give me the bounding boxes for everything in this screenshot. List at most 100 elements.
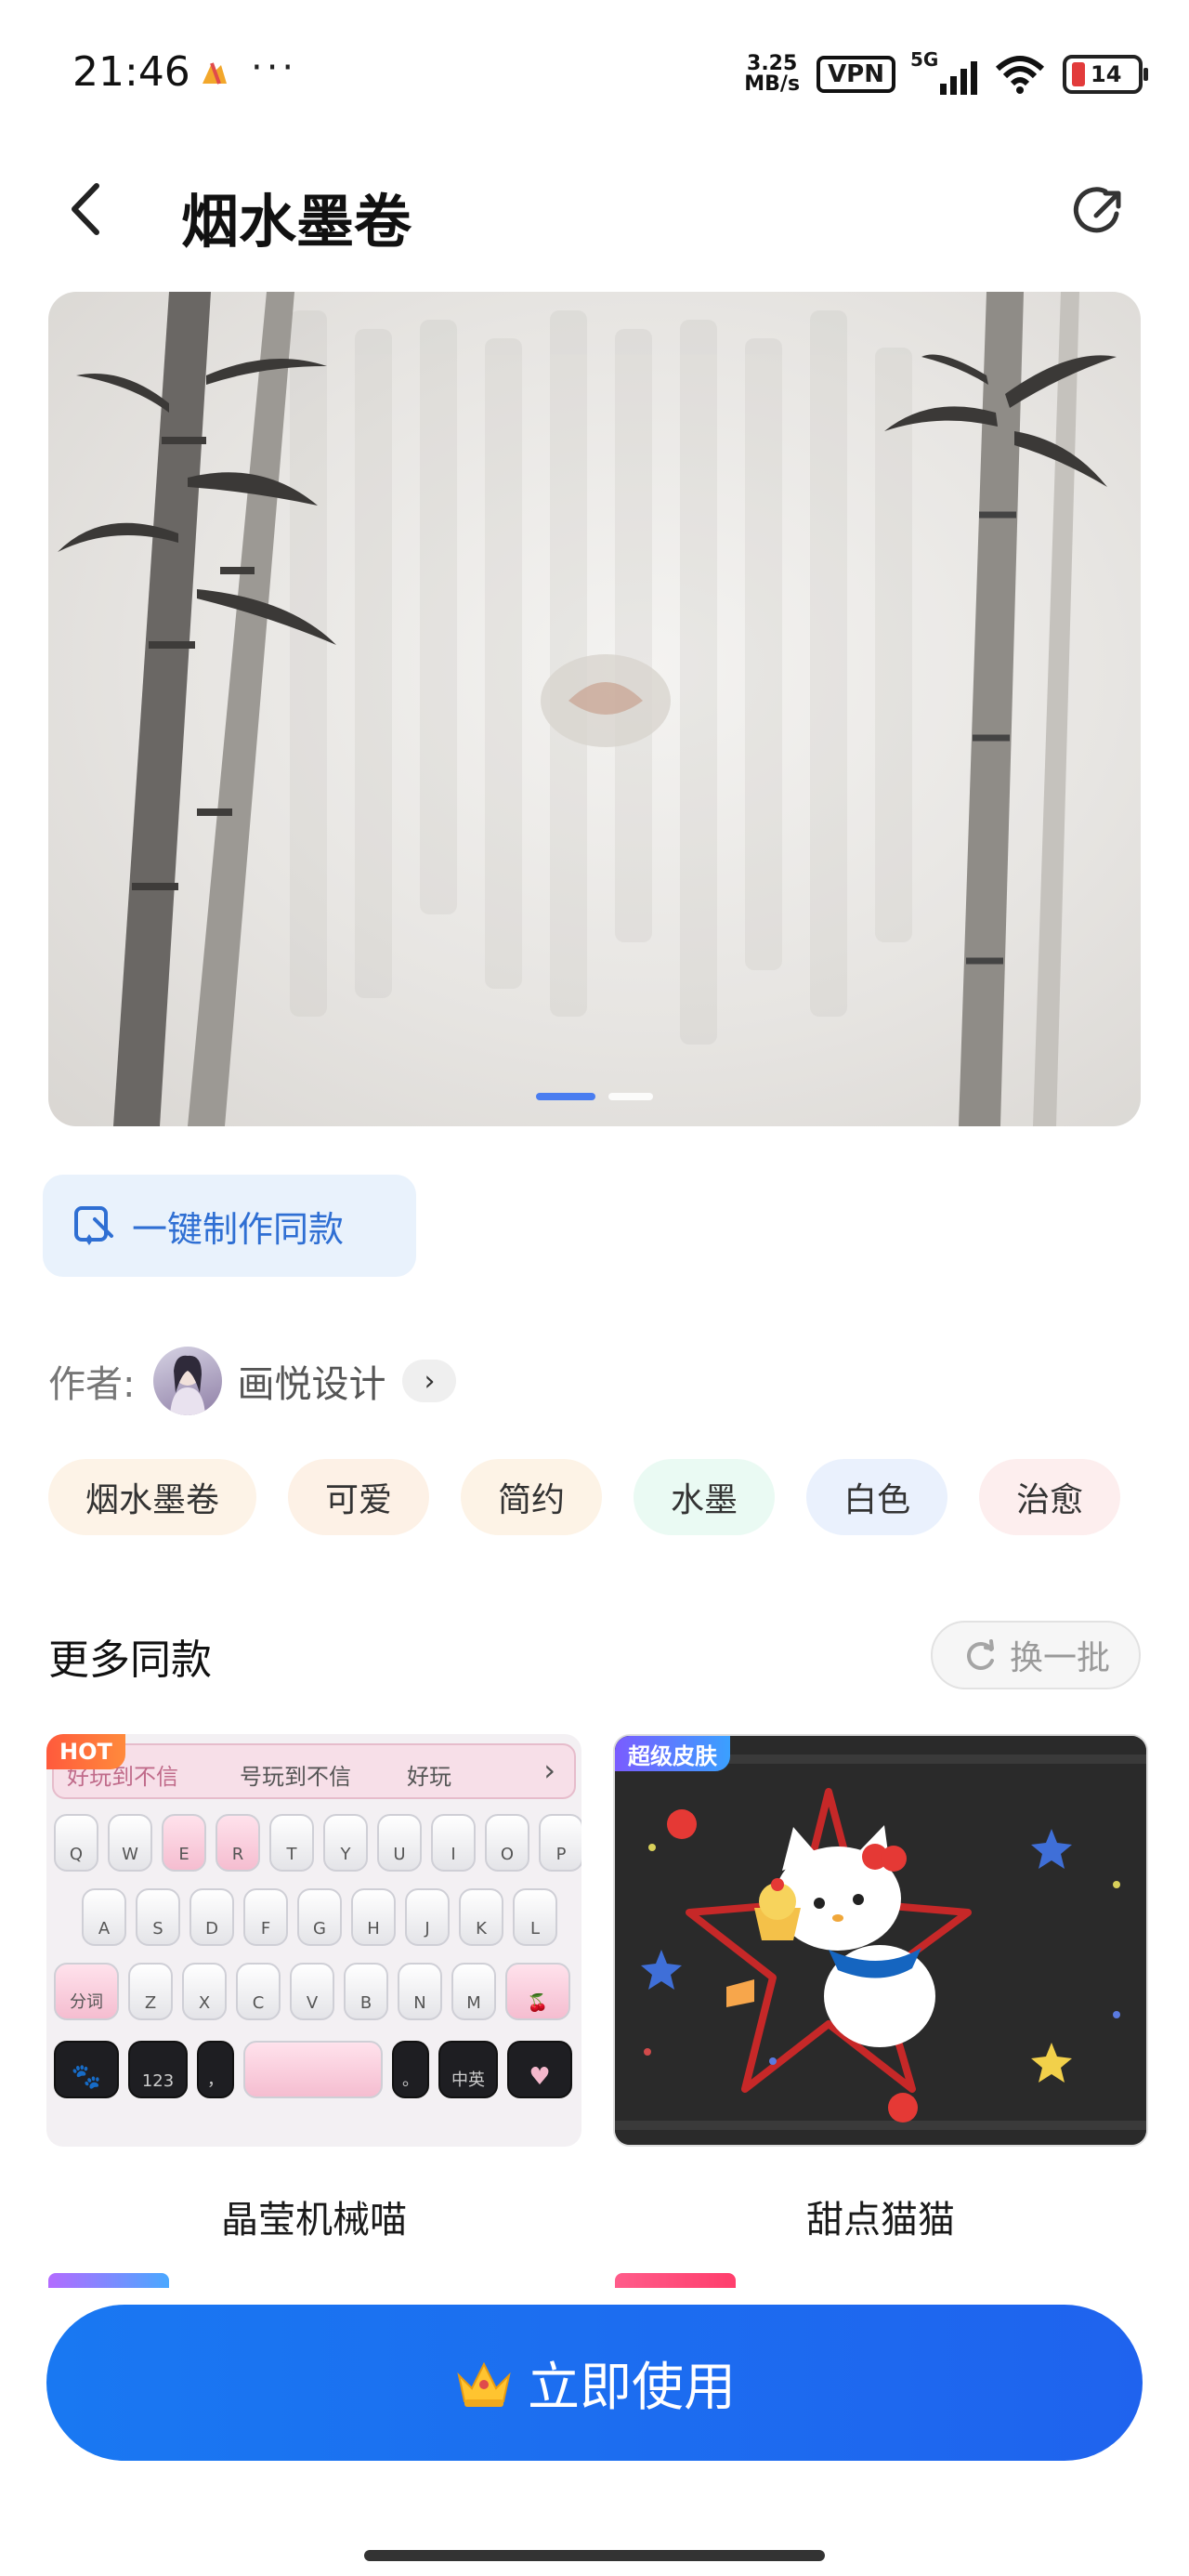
tag-label: 可爱	[325, 1481, 393, 1519]
author-chevron-right-icon[interactable]: ›	[402, 1360, 457, 1402]
back-arrow-icon[interactable]	[56, 177, 121, 242]
tag-item[interactable]: 简约	[461, 1459, 603, 1535]
key: F	[243, 1888, 288, 1946]
make-same-button[interactable]: 一键制作同款	[43, 1175, 416, 1277]
network-speed: 3.25 MB/s	[744, 54, 800, 95]
tag-item[interactable]: 水墨	[634, 1459, 776, 1535]
key: 分词	[54, 1963, 119, 2020]
refresh-icon	[967, 1639, 994, 1670]
tag-item[interactable]: 可爱	[288, 1459, 430, 1535]
network-speed-value: 3.25	[747, 52, 798, 75]
candidate-text: 号玩到不信	[240, 1764, 351, 1790]
theme-preview-banner[interactable]	[48, 292, 1141, 1126]
paw-key: 🐾	[54, 2041, 119, 2098]
key: I	[431, 1814, 476, 1872]
key: X	[182, 1963, 227, 2020]
signal-icon: 5G	[910, 48, 977, 95]
key: R	[216, 1814, 260, 1872]
signal-label: 5G	[910, 48, 939, 71]
key: G	[297, 1888, 342, 1946]
candidate-text: 好玩	[407, 1764, 451, 1790]
use-now-label: 立即使用	[528, 2357, 736, 2418]
make-same-label: 一键制作同款	[132, 1208, 345, 1250]
tag-label: 白色	[843, 1481, 911, 1519]
key: Z	[128, 1963, 173, 2020]
key: L	[513, 1888, 557, 1946]
key: P	[539, 1814, 581, 1872]
key: C	[236, 1963, 281, 2020]
tag-item[interactable]: 治愈	[979, 1459, 1121, 1535]
wifi-icon	[995, 56, 1045, 94]
key: Y	[323, 1814, 368, 1872]
key: T	[269, 1814, 314, 1872]
key: A	[82, 1888, 126, 1946]
key: Q	[54, 1814, 98, 1872]
author-row[interactable]: 作者: 画悦设计 ›	[48, 1346, 457, 1416]
candidate-chevron-icon: ›	[543, 1753, 555, 1788]
dessert-cat-artwork	[615, 1736, 1146, 2145]
keyboard-row-1: Q W E R T Y U I O P	[54, 1814, 581, 1872]
super-skin-badge: 超级皮肤	[615, 1736, 730, 1771]
key: S	[136, 1888, 180, 1946]
battery-icon: 14	[1063, 55, 1148, 94]
battery-level: 14	[1091, 61, 1122, 87]
page-title: 烟水墨卷	[181, 188, 412, 256]
author-avatar[interactable]	[153, 1347, 223, 1415]
key: H	[351, 1888, 396, 1946]
tag-label: 治愈	[1016, 1481, 1084, 1519]
vpn-badge: VPN	[817, 56, 895, 93]
banner-pagination	[48, 1093, 1141, 1100]
key: 中英	[438, 2041, 498, 2098]
section-title-more: 更多同款	[48, 1636, 212, 1684]
key: W	[108, 1814, 152, 1872]
key: M	[451, 1963, 496, 2020]
status-more-dots: ···	[251, 46, 298, 89]
tag-label: 简约	[498, 1481, 566, 1519]
battery-fill	[1072, 62, 1085, 86]
pagination-dot-active[interactable]	[536, 1093, 595, 1100]
tag-item[interactable]: 白色	[806, 1459, 948, 1535]
keyboard-row-3: 分词 Z X C V B N M 🍒	[54, 1963, 570, 2020]
key: K	[459, 1888, 503, 1946]
key: J	[405, 1888, 450, 1946]
key: B	[344, 1963, 388, 2020]
tag-label: 水墨	[671, 1481, 738, 1519]
theme-card[interactable]: 好玩到不信 号玩到不信 好玩 › Q W E R T Y U I O P A S…	[46, 1734, 581, 2147]
refresh-label: 换一批	[1009, 1639, 1110, 1677]
home-indicator[interactable]	[364, 2550, 825, 2561]
app-notification-icon	[203, 62, 227, 85]
next-card-peek	[615, 2273, 736, 2288]
tag-list: 烟水墨卷 可爱 简约 水墨 白色 治愈	[48, 1459, 1121, 1535]
refresh-button[interactable]: 换一批	[931, 1621, 1141, 1689]
avatar-illustration	[170, 1355, 206, 1415]
network-speed-unit: MB/s	[744, 72, 801, 96]
status-time: 21:46	[72, 48, 190, 96]
use-now-button[interactable]: 立即使用	[46, 2305, 1143, 2461]
page-header: 烟水墨卷	[0, 158, 1189, 260]
keyboard-row-4: 🐾 123 ， 。 中英 ♥	[54, 2041, 572, 2098]
hot-badge: HOT	[46, 1734, 125, 1769]
key: D	[189, 1888, 234, 1946]
heart-key: ♥	[507, 2041, 572, 2098]
share-icon[interactable]	[1068, 178, 1133, 243]
key: ，	[197, 2041, 234, 2098]
ink-bamboo-artwork	[58, 292, 1117, 1126]
status-bar: 21:46 ··· 3.25 MB/s VPN 5G 14	[0, 0, 1189, 139]
key: U	[377, 1814, 422, 1872]
key: N	[398, 1963, 442, 2020]
magic-edit-icon	[74, 1206, 113, 1245]
theme-card-name[interactable]: 晶莹机械喵	[46, 2189, 581, 2243]
status-icons: 3.25 MB/s VPN 5G 14	[744, 48, 1148, 100]
next-card-peek	[48, 2273, 169, 2288]
keyboard-candidate-bar: 好玩到不信 号玩到不信 好玩 ›	[52, 1743, 576, 1799]
theme-card-name[interactable]: 甜点猫猫	[613, 2189, 1148, 2243]
author-prefix: 作者:	[48, 1363, 136, 1406]
key: V	[290, 1963, 334, 2020]
pagination-dot[interactable]	[608, 1093, 653, 1100]
key: 123	[128, 2041, 188, 2098]
cherry-key: 🍒	[505, 1963, 570, 2020]
tag-item[interactable]: 烟水墨卷	[48, 1459, 257, 1535]
author-name[interactable]: 画悦设计	[237, 1354, 385, 1408]
tag-label: 烟水墨卷	[85, 1481, 220, 1519]
theme-card[interactable]: 超级皮肤	[613, 1734, 1148, 2147]
